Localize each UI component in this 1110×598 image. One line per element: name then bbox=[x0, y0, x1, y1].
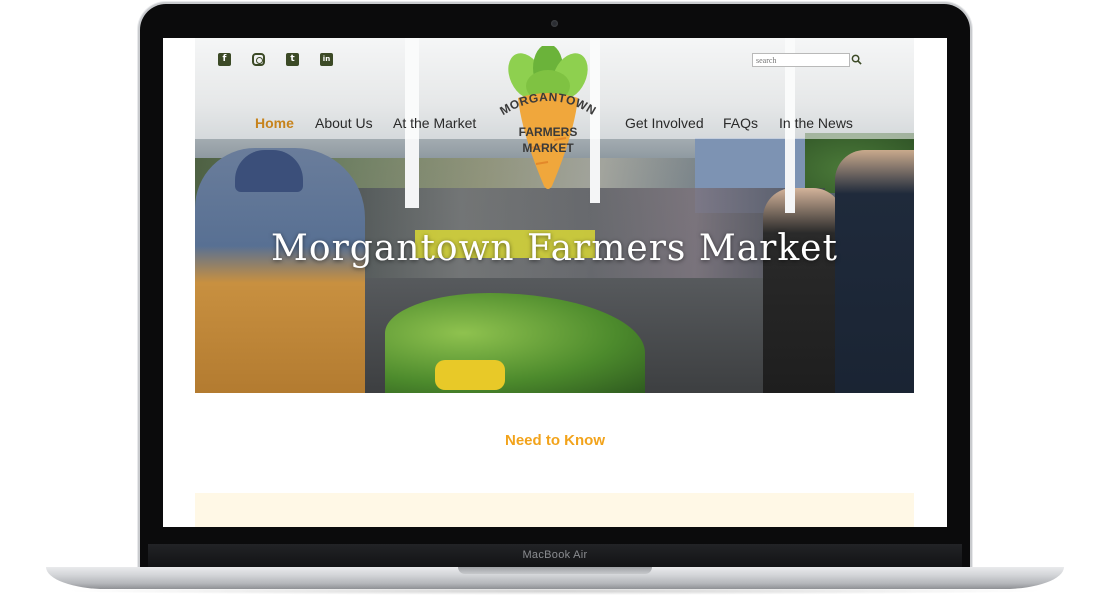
nav-home[interactable]: Home bbox=[255, 115, 294, 131]
squash-pile bbox=[435, 360, 505, 390]
logo-line2: FARMERS bbox=[519, 125, 578, 139]
search-icon[interactable] bbox=[851, 54, 862, 65]
search-input[interactable] bbox=[752, 53, 850, 67]
social-links: f t in bbox=[218, 53, 333, 66]
site-logo[interactable]: MORGANTOWN FARMERS MARKET bbox=[496, 46, 600, 194]
nav-faqs[interactable]: FAQs bbox=[723, 115, 758, 131]
info-panel bbox=[195, 493, 914, 527]
lid-notch bbox=[458, 567, 652, 574]
model-label: MacBook Air bbox=[522, 549, 588, 561]
logo-line3: MARKET bbox=[522, 141, 574, 155]
nav-at-the-market[interactable]: At the Market bbox=[393, 115, 476, 131]
nav-about-us[interactable]: About Us bbox=[315, 115, 373, 131]
nav-get-involved[interactable]: Get Involved bbox=[625, 115, 704, 131]
twitter-icon[interactable]: t bbox=[286, 53, 299, 66]
customer-figure bbox=[835, 150, 914, 393]
nav-in-the-news[interactable]: In the News bbox=[779, 115, 853, 131]
facebook-icon[interactable]: f bbox=[218, 53, 231, 66]
browser-screen: f t in Home About Us At the Market Get I… bbox=[163, 38, 947, 527]
hero-title: Morgantown Farmers Market bbox=[271, 228, 838, 269]
shopper-figure bbox=[763, 188, 843, 393]
linkedin-icon[interactable]: in bbox=[320, 53, 333, 66]
webcam bbox=[551, 20, 558, 27]
instagram-icon[interactable] bbox=[252, 53, 265, 66]
section-heading: Need to Know bbox=[505, 432, 605, 449]
